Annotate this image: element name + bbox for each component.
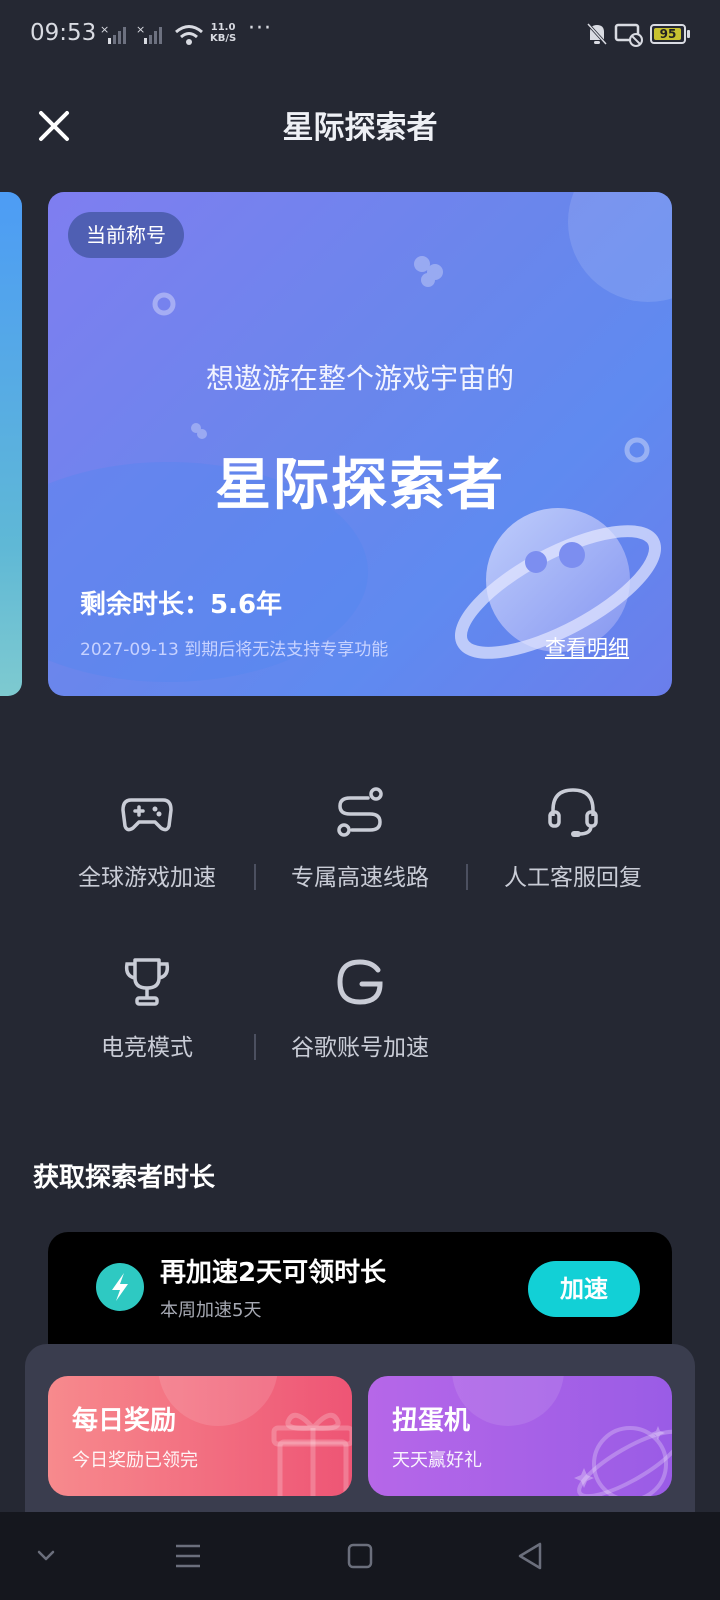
home-square-icon[interactable]: [334, 1530, 386, 1582]
previous-card-peek[interactable]: [0, 192, 22, 696]
feature-live-support[interactable]: 人工客服回复: [463, 784, 683, 892]
daily-reward-tile[interactable]: 每日奖励 今日奖励已领完: [48, 1376, 352, 1496]
svg-text:×: ×: [136, 24, 145, 36]
section-title: 获取探索者时长: [33, 1163, 216, 1193]
feature-label: 专属高速线路: [291, 865, 429, 891]
view-details-link[interactable]: 查看明细: [545, 632, 629, 662]
more-dots: ···: [248, 16, 272, 41]
task-subtitle: 本周加速5天: [160, 1300, 262, 1321]
route-icon: [337, 787, 383, 837]
accelerate-button[interactable]: 加速: [528, 1261, 640, 1317]
tile-title: 每日奖励: [72, 1406, 177, 1436]
page-title: 星际探索者: [282, 110, 438, 146]
headset-icon: [548, 788, 598, 837]
feature-google-account-boost[interactable]: 谷歌账号加速: [250, 954, 470, 1062]
menu-icon[interactable]: [162, 1530, 214, 1582]
expiry-note: 2027-09-13 到期后将无法支持专享功能: [80, 640, 389, 660]
chevron-down-icon[interactable]: [20, 1530, 72, 1582]
status-bar: 09:53 × × 11.0 KB/S ··· 95: [0, 0, 720, 70]
tile-subtitle: 今日奖励已领完: [72, 1450, 198, 1471]
back-triangle-icon[interactable]: [504, 1530, 556, 1582]
net-speed-value: 11.0: [210, 22, 236, 33]
gamepad-icon: [121, 798, 173, 832]
card-title: 星际探索者: [215, 453, 505, 518]
gacha-machine-tile[interactable]: 扭蛋机 天天赢好礼: [368, 1376, 672, 1496]
battery-level: 95: [659, 27, 677, 41]
bell-off-icon: [586, 22, 608, 46]
feature-label: 电竞模式: [101, 1035, 193, 1061]
tile-title: 扭蛋机: [392, 1406, 471, 1436]
svg-text:×: ×: [100, 24, 109, 36]
card-subtitle: 想遨游在整个游戏宇宙的: [205, 362, 514, 395]
remaining-duration: 剩余时长：5.6年: [80, 590, 283, 620]
feature-label: 全球游戏加速: [78, 865, 216, 891]
current-title-badge: 当前称号: [68, 212, 184, 258]
signal-2-icon: ×: [136, 24, 162, 44]
feature-label: 谷歌账号加速: [291, 1035, 429, 1061]
google-icon: [337, 959, 383, 1005]
wifi-icon: [175, 25, 203, 45]
feature-esports-mode[interactable]: 电竞模式: [37, 954, 257, 1062]
status-time: 09:53: [30, 20, 97, 46]
feature-global-game-boost[interactable]: 全球游戏加速: [37, 784, 257, 892]
trophy-icon: [124, 958, 170, 1006]
cast-icon: [614, 23, 643, 47]
system-nav-bar: [0, 1512, 720, 1600]
signal-1-icon: ×: [100, 24, 126, 44]
lightning-icon: [96, 1263, 144, 1311]
battery-icon: 95: [650, 24, 686, 44]
net-speed: 11.0 KB/S: [210, 22, 236, 44]
feature-label: 人工客服回复: [504, 865, 642, 891]
task-title: 再加速2天可领时长: [160, 1258, 387, 1288]
battery-nub: [687, 30, 690, 38]
net-speed-unit: KB/S: [210, 33, 237, 44]
title-card: 当前称号 想遨游在整个游戏宇宙的 星际探索者 剩余时长：5.6年 2027-09…: [48, 192, 672, 696]
tile-subtitle: 天天赢好礼: [392, 1450, 482, 1471]
feature-dedicated-route[interactable]: 专属高速线路: [250, 784, 470, 892]
